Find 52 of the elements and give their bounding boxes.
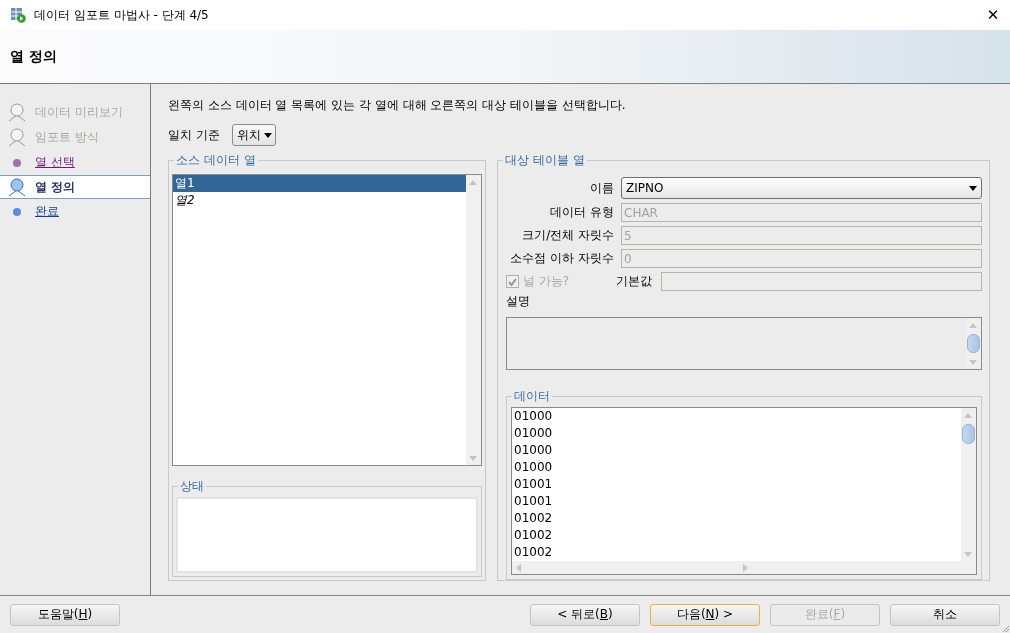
- cancel-button[interactable]: 취소: [890, 603, 1000, 626]
- next-button[interactable]: 다음(N) >: [650, 603, 760, 626]
- field-label: 설명: [506, 293, 530, 310]
- window-title: 데이터 임포트 마법사 - 단계 4/5: [34, 6, 209, 24]
- scrollbar[interactable]: [961, 408, 976, 561]
- description-field[interactable]: [506, 317, 982, 370]
- step-marker-icon: [13, 207, 21, 216]
- step-link[interactable]: 열 선택: [35, 154, 75, 171]
- scrollbar[interactable]: [466, 175, 481, 465]
- resize-grip-icon: [1000, 623, 1010, 633]
- match-dropdown[interactable]: 위치: [231, 124, 276, 146]
- step-marker-icon: [8, 177, 26, 197]
- page-heading: 열 정의: [10, 47, 57, 66]
- data-row-text: 01000: [514, 442, 554, 459]
- data-row-text: 01002: [514, 510, 554, 527]
- caret-icon: [263, 132, 272, 138]
- data-row-text: 01000: [514, 459, 554, 476]
- field-label: 이름: [589, 179, 614, 197]
- field-label: 기본값: [616, 273, 652, 290]
- step-link[interactable]: 완료: [35, 203, 59, 220]
- data-row-text: 01000: [514, 425, 554, 442]
- group-title: 상태: [178, 478, 206, 494]
- name-dropdown[interactable]: ZIPNO: [621, 177, 982, 199]
- step-marker-icon: [8, 103, 26, 122]
- field-label: 데이터 유형: [549, 204, 614, 221]
- input-field[interactable]: [661, 272, 982, 291]
- group-title: 데이터: [512, 388, 552, 404]
- caret-icon: [969, 185, 977, 191]
- group-title: 소스 데이터 열: [174, 152, 258, 168]
- match-label: 일치 기준: [168, 126, 220, 144]
- data-row-text: 01002: [514, 527, 554, 544]
- app-icon: [10, 7, 26, 23]
- checkbox-label: 널 가능?: [523, 273, 570, 290]
- source-column-list[interactable]: 열1 열2: [172, 174, 482, 466]
- finish-button: 완료(F): [770, 603, 880, 626]
- data-row-text: 01001: [514, 476, 554, 493]
- data-row-text: 01000: [514, 408, 554, 425]
- help-button[interactable]: 도움말(H): [10, 603, 120, 626]
- step-item[interactable]: 열 정의: [0, 175, 150, 199]
- instruction-text: 왼쪽의 소스 데이터 열 목록에 있는 각 열에 대해 오른쪽의 대상 테이블을 선택합니다.: [168, 97, 627, 114]
- field-label: 크기/전체 자릿수: [521, 227, 614, 244]
- data-row-text: 01002: [514, 544, 554, 561]
- group-title: 대상 테이블 열: [503, 152, 587, 168]
- list-item[interactable]: 열1: [173, 175, 466, 192]
- data-row-text: 01001: [514, 493, 554, 510]
- list-item[interactable]: 열2: [173, 192, 466, 209]
- step-marker-icon: [8, 128, 26, 147]
- field-label: 소수점 이하 자릿수: [509, 250, 614, 267]
- step-marker-icon: [13, 158, 21, 167]
- back-button[interactable]: < 뒤로(B): [530, 603, 640, 626]
- scrollbar[interactable]: [966, 318, 981, 369]
- close-button[interactable]: ✕: [978, 0, 1008, 30]
